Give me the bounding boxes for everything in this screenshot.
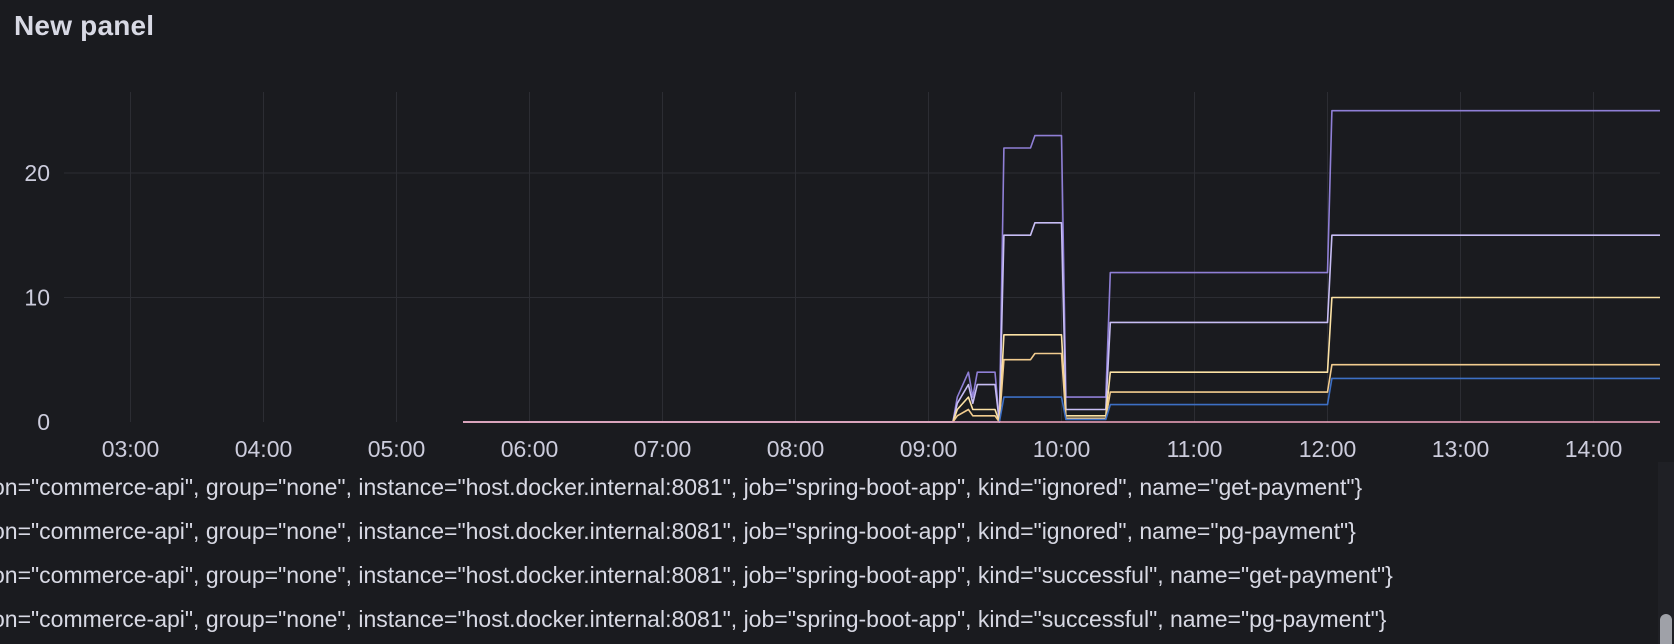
time-series-chart[interactable]: 0 10 20 03:00 04:00 05:00 06:00 07:00 08:00 09:0… <box>0 0 1674 462</box>
y-tick-label: 10 <box>24 284 50 310</box>
x-tick-label: 09:00 <box>900 436 958 462</box>
legend-item[interactable]: on="commerce-api", group="none", instanc… <box>0 596 1386 642</box>
y-axis-ticks: 0 10 20 <box>24 160 50 435</box>
x-tick-label: 12:00 <box>1299 436 1357 462</box>
x-tick-label: 08:00 <box>767 436 825 462</box>
legend-scrollbar-thumb[interactable] <box>1660 614 1672 644</box>
y-tick-label: 20 <box>24 160 50 186</box>
grafana-panel: New panel 0 10 20 03:00 04:00 05:00 06:00 07:0… <box>0 0 1674 644</box>
x-tick-label: 07:00 <box>634 436 692 462</box>
y-tick-label: 0 <box>37 409 50 435</box>
grid-lines <box>64 92 1660 422</box>
x-tick-label: 06:00 <box>501 436 559 462</box>
x-tick-label: 05:00 <box>368 436 426 462</box>
legend-item[interactable]: on="commerce-api", group="none", instanc… <box>0 508 1356 554</box>
x-tick-label: 10:00 <box>1033 436 1091 462</box>
x-axis-ticks: 03:00 04:00 05:00 06:00 07:00 08:00 09:00 10:00… <box>102 436 1623 462</box>
x-tick-label: 11:00 <box>1167 436 1223 462</box>
x-tick-label: 13:00 <box>1432 436 1490 462</box>
x-tick-label: 14:00 <box>1565 436 1623 462</box>
x-tick-label: 03:00 <box>102 436 160 462</box>
legend-item[interactable]: on="commerce-api", group="none", instanc… <box>0 464 1362 510</box>
x-tick-label: 04:00 <box>235 436 293 462</box>
legend: on="commerce-api", group="none", instanc… <box>0 462 1656 644</box>
legend-item[interactable]: on="commerce-api", group="none", instanc… <box>0 552 1393 598</box>
